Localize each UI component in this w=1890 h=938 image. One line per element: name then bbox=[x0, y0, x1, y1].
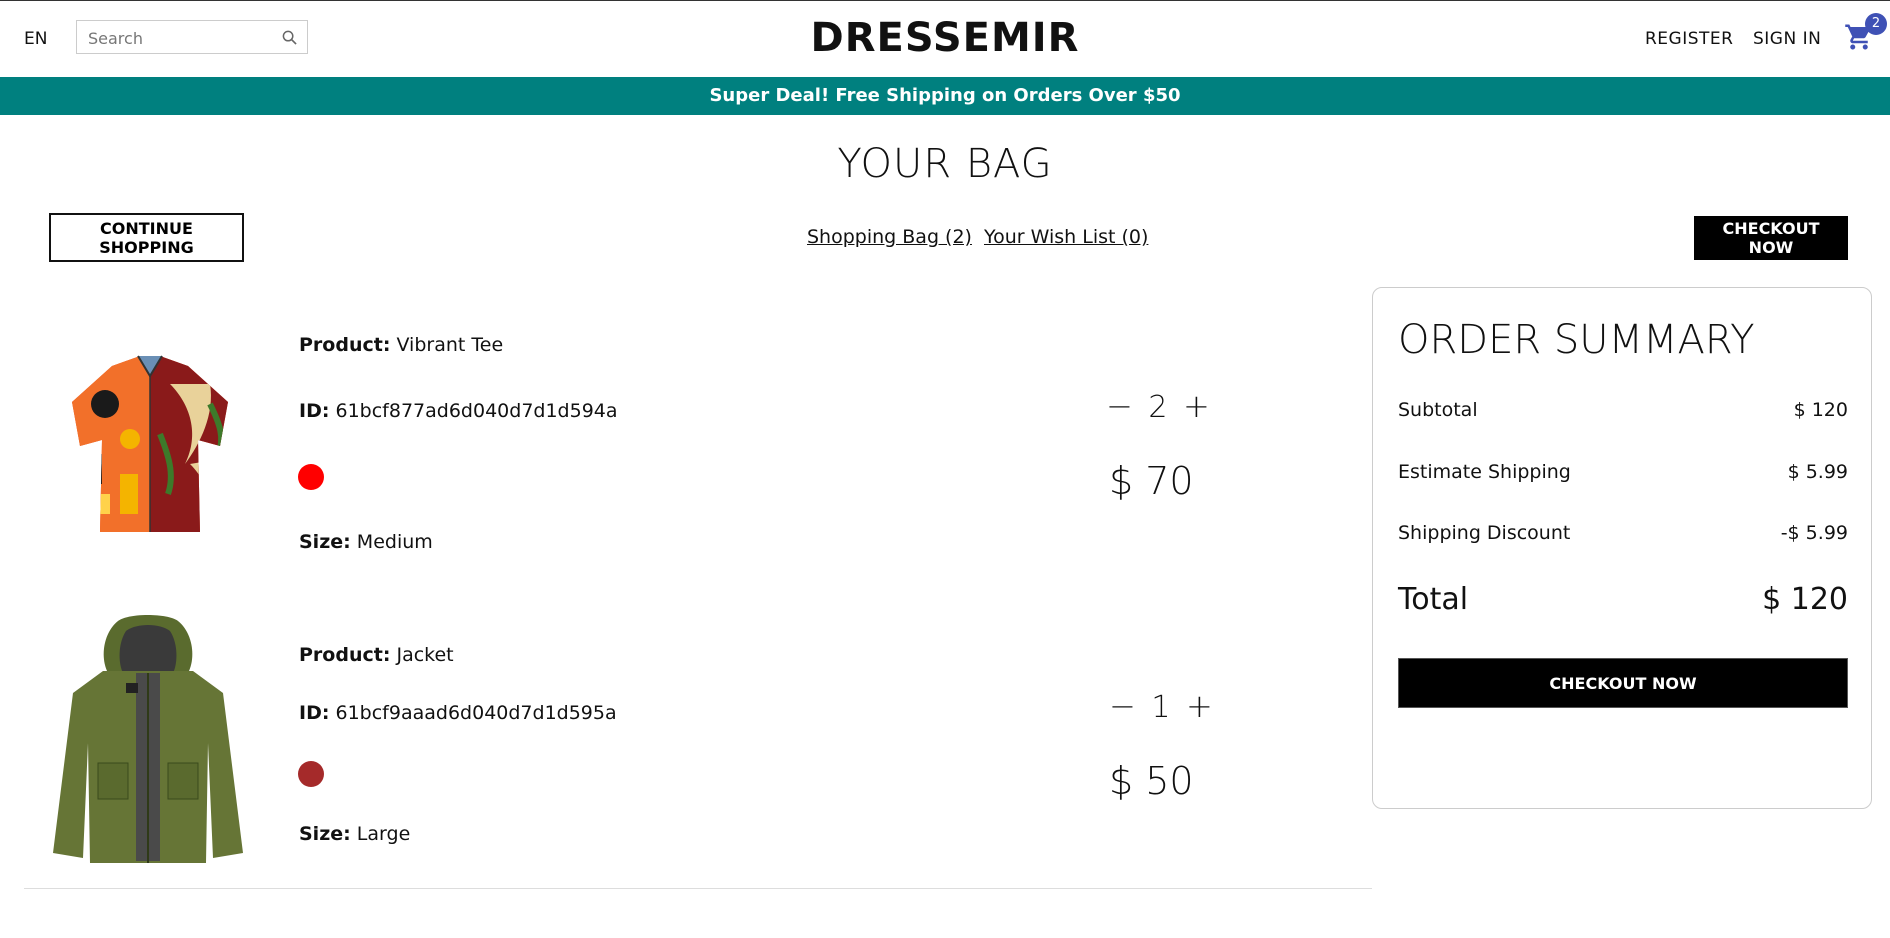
shipping-row: Estimate Shipping $ 5.99 bbox=[1398, 461, 1848, 483]
product-color-swatch bbox=[298, 464, 324, 490]
discount-row: Shipping Discount -$ 5.99 bbox=[1398, 522, 1848, 544]
subtotal-value: $ 120 bbox=[1793, 399, 1848, 421]
product-id: 61bcf9aaad6d040d7d1d595a bbox=[335, 702, 617, 724]
shipping-label: Estimate Shipping bbox=[1398, 461, 1571, 483]
increase-quantity-button[interactable]: + bbox=[1183, 387, 1210, 425]
page-title: YOUR BAG bbox=[837, 141, 1053, 187]
wish-list-link[interactable]: Your Wish List (0) bbox=[984, 226, 1148, 248]
order-summary-panel bbox=[1372, 287, 1872, 809]
shopping-bag-link[interactable]: Shopping Bag (2) bbox=[807, 226, 972, 248]
id-label: ID: bbox=[299, 702, 330, 724]
product-size: Medium bbox=[356, 531, 433, 553]
decrease-quantity-button[interactable]: − bbox=[1106, 387, 1133, 425]
product-size-row: Size: Medium bbox=[299, 531, 433, 553]
size-label: Size: bbox=[299, 823, 351, 845]
cart-count-badge: 2 bbox=[1865, 13, 1887, 35]
product-id-row: ID: 61bcf9aaad6d040d7d1d595a bbox=[299, 702, 617, 724]
product-id: 61bcf877ad6d040d7d1d594a bbox=[335, 400, 618, 422]
increase-quantity-button[interactable]: + bbox=[1186, 687, 1213, 725]
product-name: Vibrant Tee bbox=[396, 334, 504, 356]
decrease-quantity-button[interactable]: − bbox=[1109, 687, 1136, 725]
register-link[interactable]: REGISTER bbox=[1645, 29, 1733, 49]
product-label: Product: bbox=[299, 644, 391, 666]
checkout-now-button-top[interactable]: CHECKOUT NOW bbox=[1694, 216, 1848, 260]
product-name-row: Product: Vibrant Tee bbox=[299, 334, 503, 356]
product-color-swatch bbox=[298, 761, 324, 787]
continue-shopping-button[interactable]: CONTINUE SHOPPING bbox=[49, 213, 244, 262]
subtotal-label: Subtotal bbox=[1398, 399, 1478, 421]
product-price: $ 70 bbox=[1109, 459, 1194, 503]
product-size-row: Size: Large bbox=[299, 823, 410, 845]
quantity-stepper: − 1 + bbox=[1109, 687, 1213, 725]
promo-banner: Super Deal! Free Shipping on Orders Over… bbox=[0, 77, 1890, 115]
divider bbox=[24, 888, 1372, 889]
product-name-row: Product: Jacket bbox=[299, 644, 454, 666]
quantity-value: 1 bbox=[1151, 690, 1171, 725]
product-id-row: ID: 61bcf877ad6d040d7d1d594a bbox=[299, 400, 618, 422]
subtotal-row: Subtotal $ 120 bbox=[1398, 399, 1848, 421]
id-label: ID: bbox=[299, 400, 330, 422]
quantity-stepper: − 2 + bbox=[1106, 387, 1210, 425]
shipping-value: $ 5.99 bbox=[1787, 461, 1848, 483]
shirt-image bbox=[72, 355, 228, 532]
discount-value: -$ 5.99 bbox=[1780, 522, 1848, 544]
site-logo[interactable]: DRESSEMIR bbox=[0, 15, 1890, 61]
quantity-value: 2 bbox=[1148, 390, 1168, 425]
jacket-image bbox=[53, 615, 243, 863]
product-size: Large bbox=[356, 823, 411, 845]
sign-in-link[interactable]: SIGN IN bbox=[1753, 29, 1821, 49]
total-label: Total bbox=[1398, 582, 1469, 617]
size-label: Size: bbox=[299, 531, 351, 553]
product-price: $ 50 bbox=[1109, 759, 1194, 803]
product-label: Product: bbox=[299, 334, 391, 356]
order-summary-title: ORDER SUMMARY bbox=[1398, 317, 1755, 363]
discount-label: Shipping Discount bbox=[1398, 522, 1571, 544]
product-name: Jacket bbox=[396, 644, 454, 666]
total-row: Total $ 120 bbox=[1398, 582, 1848, 617]
checkout-now-button[interactable]: CHECKOUT NOW bbox=[1398, 658, 1848, 708]
total-value: $ 120 bbox=[1762, 582, 1848, 617]
